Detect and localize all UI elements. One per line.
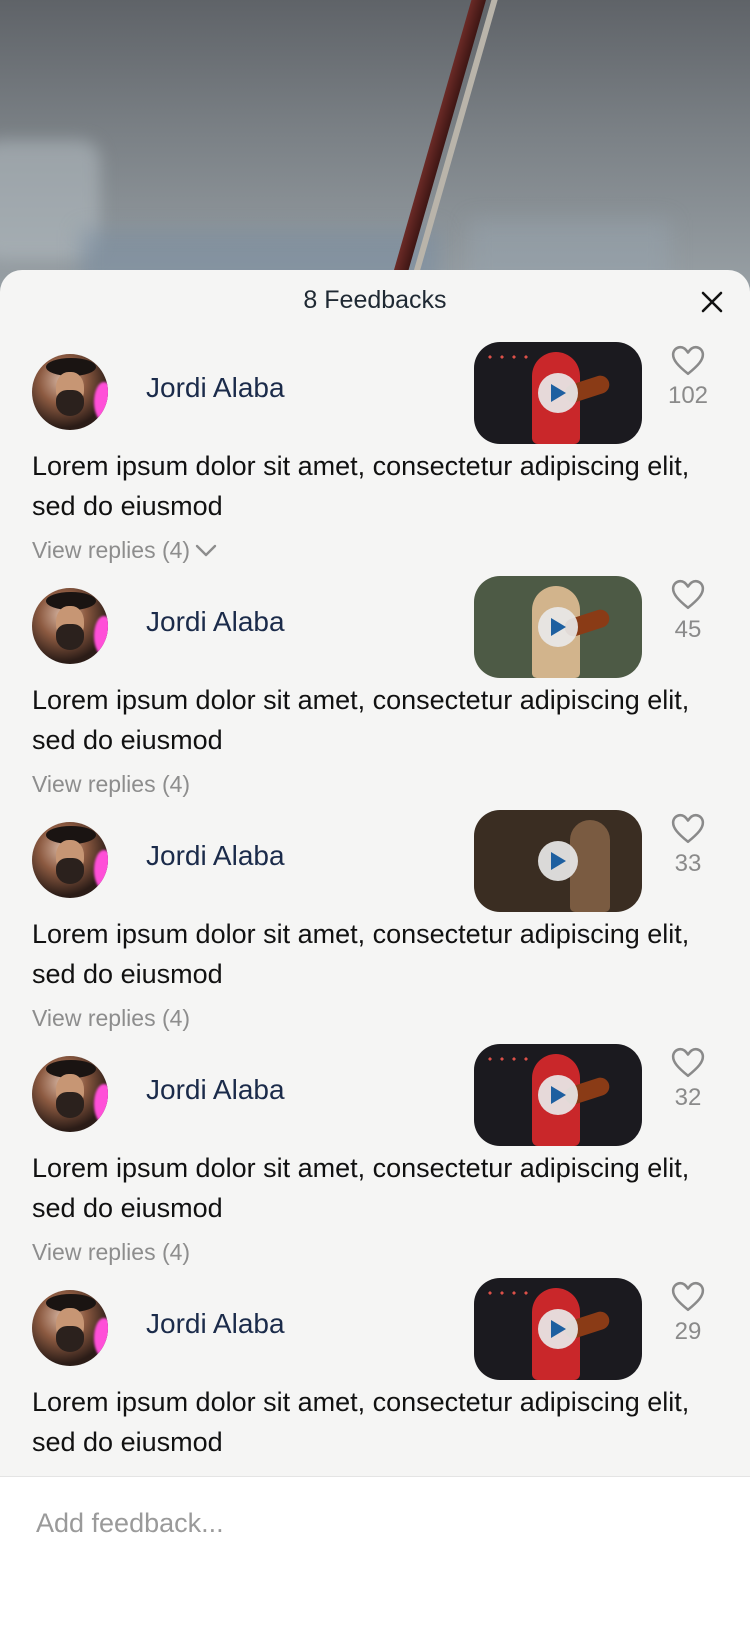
author-name[interactable]: Jordi Alaba — [146, 372, 285, 404]
like-count: 33 — [674, 850, 702, 877]
like-control: 32 — [664, 1046, 712, 1112]
view-replies-button[interactable]: View replies (4) — [32, 766, 190, 802]
like-control: 45 — [664, 578, 712, 644]
play-button[interactable] — [538, 373, 578, 413]
chevron-down-icon — [195, 544, 217, 557]
feedback-header: Jordi Alaba 45 — [32, 568, 718, 680]
play-icon — [551, 384, 566, 402]
play-icon — [551, 852, 566, 870]
like-control: 33 — [664, 812, 712, 878]
video-thumbnail[interactable] — [474, 576, 642, 678]
feedback-text: Lorem ipsum dolor sit amet, consectetur … — [32, 1387, 690, 1457]
feedback-header: Jordi Alaba 29 — [32, 1270, 718, 1382]
view-replies-label: View replies (4) — [32, 1004, 191, 1031]
avatar[interactable] — [32, 1290, 108, 1366]
add-feedback-input[interactable] — [28, 1497, 724, 1549]
author-name[interactable]: Jordi Alaba — [146, 606, 285, 638]
feedback-sheet: 8 Feedbacks Jordi Alaba 102 Lorem ipsum … — [0, 270, 750, 1624]
play-button[interactable] — [538, 1309, 578, 1349]
feedback-list[interactable]: Jordi Alaba 102 Lorem ipsum dolor sit am… — [0, 334, 750, 1474]
author-name[interactable]: Jordi Alaba — [146, 1308, 285, 1340]
thumbnail-lights — [484, 1288, 530, 1298]
heart-icon[interactable] — [671, 1280, 705, 1314]
like-count: 32 — [674, 1084, 702, 1111]
feedback-item: Jordi Alaba 33 Lorem ipsum dolor sit ame… — [0, 802, 750, 1036]
view-replies-button[interactable]: View replies (4) — [32, 1000, 190, 1036]
avatar-light — [94, 1318, 108, 1358]
sheet-header: 8 Feedbacks — [0, 270, 750, 334]
avatar[interactable] — [32, 354, 108, 430]
avatar[interactable] — [32, 822, 108, 898]
feedback-header: Jordi Alaba 32 — [32, 1036, 718, 1148]
play-icon — [551, 1320, 566, 1338]
thumbnail-lights — [484, 352, 530, 362]
like-count: 29 — [674, 1318, 702, 1345]
video-thumbnail[interactable] — [474, 342, 642, 444]
avatar[interactable] — [32, 1056, 108, 1132]
sheet-title: 8 Feedbacks — [303, 286, 447, 314]
feedback-text: Lorem ipsum dolor sit amet, consectetur … — [32, 685, 690, 755]
feedback-text: Lorem ipsum dolor sit amet, consectetur … — [32, 451, 690, 521]
play-button[interactable] — [538, 607, 578, 647]
avatar-beard — [56, 390, 84, 416]
heart-icon[interactable] — [671, 1046, 705, 1080]
view-replies-label: View replies (4) — [32, 1238, 191, 1265]
thumbnail-lights — [484, 1054, 530, 1064]
avatar[interactable] — [32, 588, 108, 664]
feedback-item: Jordi Alaba 45 Lorem ipsum dolor sit ame… — [0, 568, 750, 802]
view-replies-button[interactable]: View replies (4) — [32, 532, 218, 568]
like-control: 29 — [664, 1280, 712, 1346]
play-button[interactable] — [538, 1075, 578, 1115]
play-button[interactable] — [538, 841, 578, 881]
avatar-light — [94, 850, 108, 890]
heart-icon[interactable] — [671, 812, 705, 846]
video-thumbnail[interactable] — [474, 1044, 642, 1146]
avatar-light — [94, 382, 108, 422]
feedback-header: Jordi Alaba 102 — [32, 334, 718, 446]
view-replies-button[interactable]: View replies (4) — [32, 1234, 190, 1270]
video-thumbnail[interactable] — [474, 810, 642, 912]
like-count: 102 — [667, 382, 709, 409]
close-button[interactable] — [692, 282, 732, 322]
background-video — [0, 0, 750, 300]
avatar-beard — [56, 624, 84, 650]
avatar-beard — [56, 858, 84, 884]
heart-icon[interactable] — [671, 578, 705, 612]
avatar-light — [94, 616, 108, 656]
like-count: 45 — [674, 616, 702, 643]
feedback-text: Lorem ipsum dolor sit amet, consectetur … — [32, 919, 690, 989]
feedback-item: Jordi Alaba 102 Lorem ipsum dolor sit am… — [0, 334, 750, 568]
close-icon — [701, 291, 723, 313]
view-replies-label: View replies (4) — [32, 770, 191, 797]
feedback-item: Jordi Alaba 29 Lorem ipsum dolor sit ame… — [0, 1270, 750, 1462]
feedback-text: Lorem ipsum dolor sit amet, consectetur … — [32, 1153, 690, 1223]
avatar-beard — [56, 1326, 84, 1352]
view-replies-label: View replies (4) — [32, 536, 191, 563]
heart-icon[interactable] — [671, 344, 705, 378]
video-thumbnail[interactable] — [474, 1278, 642, 1380]
like-control: 102 — [664, 344, 712, 410]
feedback-composer — [0, 1476, 750, 1625]
feedback-header: Jordi Alaba 33 — [32, 802, 718, 914]
avatar-beard — [56, 1092, 84, 1118]
play-icon — [551, 618, 566, 636]
play-icon — [551, 1086, 566, 1104]
feedback-item: Jordi Alaba 32 Lorem ipsum dolor sit ame… — [0, 1036, 750, 1270]
author-name[interactable]: Jordi Alaba — [146, 840, 285, 872]
author-name[interactable]: Jordi Alaba — [146, 1074, 285, 1106]
avatar-light — [94, 1084, 108, 1124]
